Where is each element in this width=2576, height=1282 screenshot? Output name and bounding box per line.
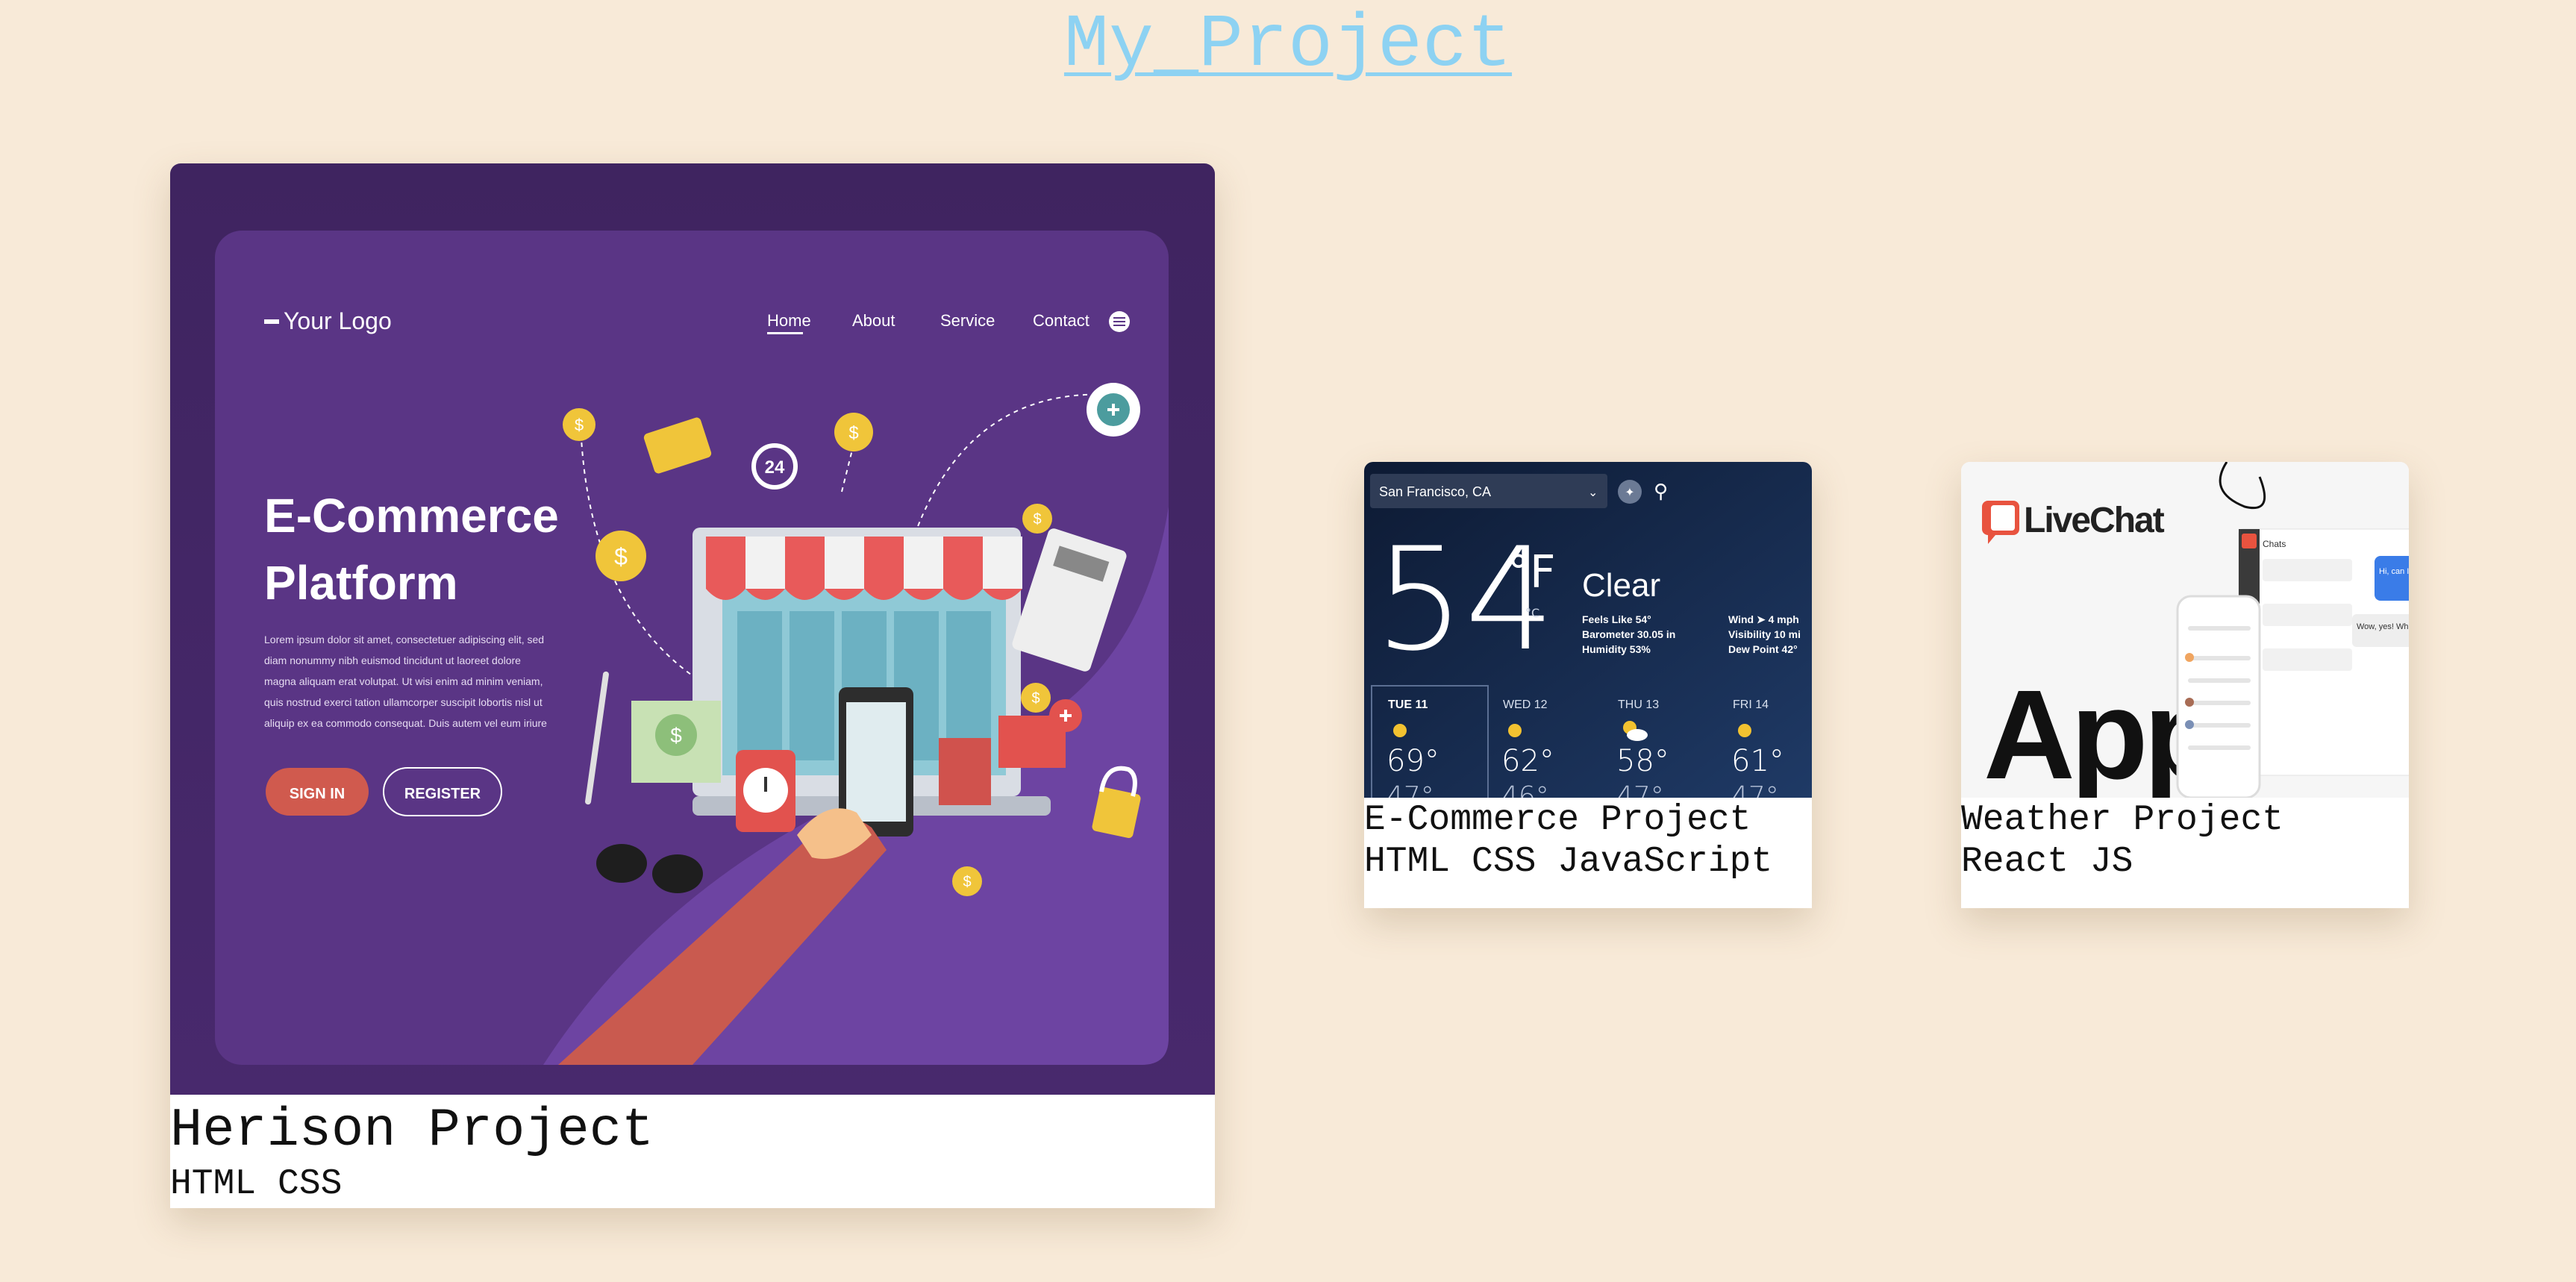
coin-icon: $ [1022, 504, 1052, 534]
preview-bubble: Hi, can I the right [2379, 567, 2409, 576]
svg-text:$: $ [614, 543, 628, 570]
preview-unit-c: °C [1525, 606, 1539, 620]
preview-detail: Visibility 10 mi [1728, 628, 1801, 640]
project-tech: HTML CSS [170, 1164, 343, 1204]
preview-day-label: THU 13 [1618, 698, 1659, 711]
location-pin-icon: ⚲ [1654, 481, 1668, 503]
project-tech: HTML CSS JavaScript [1364, 842, 1773, 882]
project-thumbnail: San Francisco, CA ⌄ ✦ ⚲ 54 °F °C Clear F… [1364, 462, 1812, 798]
project-tech: React JS [1961, 842, 2133, 882]
project-name: E-Commerce Project [1364, 800, 1751, 840]
avatar [2185, 698, 2194, 707]
svg-text:$: $ [1033, 511, 1041, 528]
preview-detail: Feels Like 54° [1582, 613, 1651, 625]
preview-body-line: aliquip ex ea commodo consequat. Duis au… [264, 717, 547, 729]
preview-nav-contact: Contact [1033, 311, 1090, 330]
preview-nav-home: Home [767, 311, 811, 330]
preview-detail: Humidity 53% [1582, 643, 1651, 655]
svg-text:$: $ [575, 416, 584, 434]
svg-text:$: $ [963, 874, 971, 890]
chevron-down-icon: ⌄ [1588, 485, 1598, 499]
preview-nav-about: About [852, 311, 895, 330]
preview-day-label: WED 12 [1503, 698, 1548, 711]
preview-day-high: 58° [1616, 744, 1669, 778]
preview-headline-2: Platform [264, 556, 458, 610]
sun-icon [1738, 724, 1751, 737]
project-name: Weather Project [1961, 800, 2284, 840]
preview-detail: Wind ➤ 4 mph [1728, 613, 1799, 625]
preview-day-low: 46° [1501, 781, 1549, 798]
preview-temperature: 54 [1375, 517, 1555, 682]
preview-body-line: Lorem ipsum dolor sit amet, consectetuer… [264, 634, 544, 645]
preview-body-line: quis nostrud exerci tation ullamcorper s… [264, 696, 543, 708]
preview-register-label: REGISTER [404, 786, 481, 802]
avatar [2185, 653, 2194, 662]
svg-text:✦: ✦ [1625, 485, 1634, 499]
svg-text:$: $ [1031, 690, 1040, 707]
preview-condition: Clear [1582, 567, 1660, 604]
preview-signin-label: SIGN IN [290, 786, 345, 802]
coin-icon: $ [563, 408, 595, 441]
project-name: Herison Project [170, 1100, 654, 1161]
preview-day-high: 61° [1731, 744, 1784, 778]
coin-icon: $ [595, 531, 646, 581]
preview-body-line: magna aliquam erat volutpat. Ut wisi eni… [264, 675, 543, 687]
preview-day-label: TUE 11 [1388, 698, 1428, 711]
svg-text:$: $ [848, 423, 858, 443]
coin-icon: $ [834, 413, 873, 451]
logo-dash-icon [264, 319, 279, 324]
preview-detail: Dew Point 42° [1728, 643, 1798, 655]
heart-plus-icon [1087, 383, 1140, 437]
shopping-bag-icon [939, 738, 991, 805]
preview-day-low: 47° [1387, 781, 1434, 798]
project-card-weather[interactable]: LiveChat App Chats Hi, can I the right W… [1961, 462, 2409, 908]
preview-detail: Barometer 30.05 in [1582, 628, 1675, 640]
preview-day-low: 47° [1616, 781, 1664, 798]
coin-icon: $ [952, 866, 982, 896]
avatar [2185, 720, 2194, 729]
project-card-herison[interactable]: Your Logo Home About Service Contact E-C… [170, 163, 1215, 1208]
page-title[interactable]: My_Project [0, 1, 2576, 91]
preview-day-label: FRI 14 [1733, 698, 1769, 711]
preview-body-line: diam nonummy nibh euismod tincidunt ut l… [264, 654, 521, 666]
preview-unit-f: °F [1507, 546, 1556, 598]
sun-icon [1508, 724, 1522, 737]
menu-icon [1109, 311, 1130, 332]
sun-icon [1393, 724, 1407, 737]
clock-icon [736, 750, 795, 832]
preview-day-high: 69° [1387, 744, 1439, 778]
preview-chats-label: Chats [2263, 539, 2286, 549]
preview-badge-24: 24 [765, 457, 785, 478]
svg-text:$: $ [670, 724, 682, 747]
preview-headline-1: E-Commerce [264, 489, 559, 542]
preview-location: San Francisco, CA [1379, 484, 1491, 499]
preview-day-high: 62° [1501, 744, 1554, 778]
banknote-icon: $ [631, 701, 721, 783]
preview-nav-service: Service [940, 311, 995, 330]
preview-logo: Your Logo [284, 307, 392, 334]
coin-icon: $ [1021, 683, 1051, 713]
project-thumbnail: Your Logo Home About Service Contact E-C… [170, 163, 1215, 1095]
preview-bubble: Wow, yes! What headphones I've [2357, 622, 2409, 631]
preview-brand: LiveChat [2024, 501, 2165, 540]
project-card-ecommerce[interactable]: San Francisco, CA ⌄ ✦ ⚲ 54 °F °C Clear F… [1364, 462, 1812, 908]
project-thumbnail: LiveChat App Chats Hi, can I the right W… [1961, 462, 2409, 798]
preview-day-low: 47° [1731, 781, 1779, 798]
